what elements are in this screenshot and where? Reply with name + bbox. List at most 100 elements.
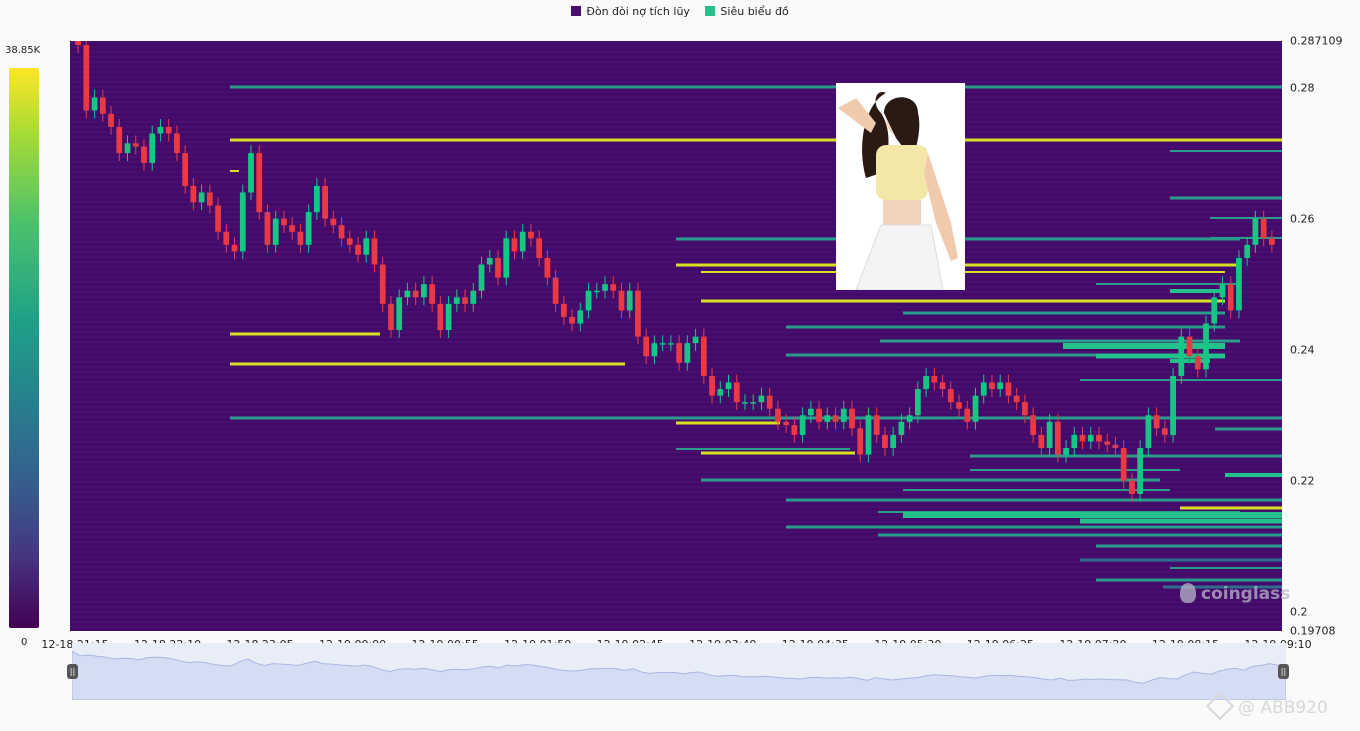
heatmap-band [70,391,1282,393]
heatmap-colorbar [9,68,39,628]
navigator-right-handle[interactable]: || [1278,664,1289,679]
candle-body [495,257,501,278]
candle-body [602,284,608,291]
candle-body [330,218,337,226]
liquidation-level [1215,427,1282,431]
legend-label-super-chart: Siêu biểu đồ [720,5,789,18]
liquidation-level [230,85,1282,89]
candle-body [857,428,864,455]
candle-body [1120,448,1127,481]
candle-body [1170,375,1176,435]
candle-body [116,126,123,154]
candle-body [758,395,765,403]
y-tick-label: 0.28 [1290,81,1315,95]
heatmap-band [70,81,1282,83]
liquidation-level [878,533,1282,537]
candle-body [445,303,452,331]
heatmap-band [70,606,1282,608]
colorbar-max-label: 38.85K [5,45,41,56]
candle-body [618,290,625,311]
candle-body [478,264,485,291]
candle-body [1030,415,1037,435]
heatmap-band [70,261,1282,263]
candle-body [799,415,806,435]
candle-body [1203,323,1209,370]
candle-body [338,225,345,239]
candle-body [816,408,822,422]
heatmap-band [70,96,1282,98]
candle-body [610,284,617,291]
plot-area[interactable] [70,41,1282,631]
candle-body [108,113,114,127]
candle-body [1022,402,1028,416]
candle-body [956,402,962,409]
candle-body [528,231,534,239]
liquidation-level [903,311,1225,315]
liquidation-level [701,299,1225,303]
liquidation-level [1225,473,1282,477]
candle-body [412,290,419,298]
liquidation-level [903,512,1282,518]
candle-body [157,126,164,134]
heatmap-band [70,401,1282,403]
liquidation-level [230,416,1282,420]
candle-body [585,290,592,311]
liquidation-level [1215,455,1282,457]
candle-body [1054,421,1061,455]
heatmap-band [70,66,1282,68]
y-tick-label: 0.287109 [1290,34,1343,48]
candle-body [264,212,271,245]
candle-body [1236,257,1242,311]
candle-body [1194,356,1201,370]
heatmap-band [70,106,1282,108]
candle-body [1112,444,1119,449]
navigator-left-handle[interactable]: || [67,664,78,679]
heatmap-band [70,351,1282,353]
liquidation-level [786,498,1282,502]
candle-body [75,41,81,45]
candle-body [132,143,139,147]
legend-item-super-chart[interactable]: Siêu biểu đồ [705,5,789,18]
candle-body [1211,297,1218,324]
pause-handle-icon: || [69,667,76,676]
candle-body [248,153,254,193]
liquidation-level [230,138,1282,142]
liquidation-level [230,332,380,336]
candle-body [651,343,658,357]
heatmap-band [70,291,1282,293]
legend-item-cumulative[interactable]: Đòn đòi nợ tích lũy [571,5,690,18]
candle-body [231,244,238,252]
time-navigator[interactable] [71,643,1287,701]
candle-body [1079,434,1086,442]
candle-body [346,238,353,245]
heatmap-band [70,426,1282,428]
liquidation-level [1170,289,1225,293]
candle-body [882,434,888,449]
liquidation-level [230,170,239,172]
heatmap-band [70,226,1282,228]
candle-body [733,382,740,403]
heatmap-band [70,531,1282,533]
candle-body [1269,238,1275,245]
candle-body [223,231,230,245]
colorbar-min-label: 0 [21,637,28,648]
heatmap-band [70,281,1282,283]
y-tick-label: 0.19708 [1290,624,1336,638]
candle-body [898,421,905,435]
heatmap-band [70,471,1282,473]
heatmap-band [70,616,1282,618]
candle-body [742,402,748,404]
candle-body [552,277,559,304]
candle-body [626,290,633,311]
candle-body [1038,434,1045,449]
heatmap-band [70,336,1282,338]
candle-body [791,425,798,435]
heatmap-band [70,486,1282,488]
heatmap-band [70,126,1282,128]
candle-body [700,336,707,376]
navigator-area-chart [71,650,1287,701]
heatmap-band [70,621,1282,623]
candle-body [840,408,847,422]
candle-body [684,343,691,363]
heatmap-band [70,491,1282,493]
